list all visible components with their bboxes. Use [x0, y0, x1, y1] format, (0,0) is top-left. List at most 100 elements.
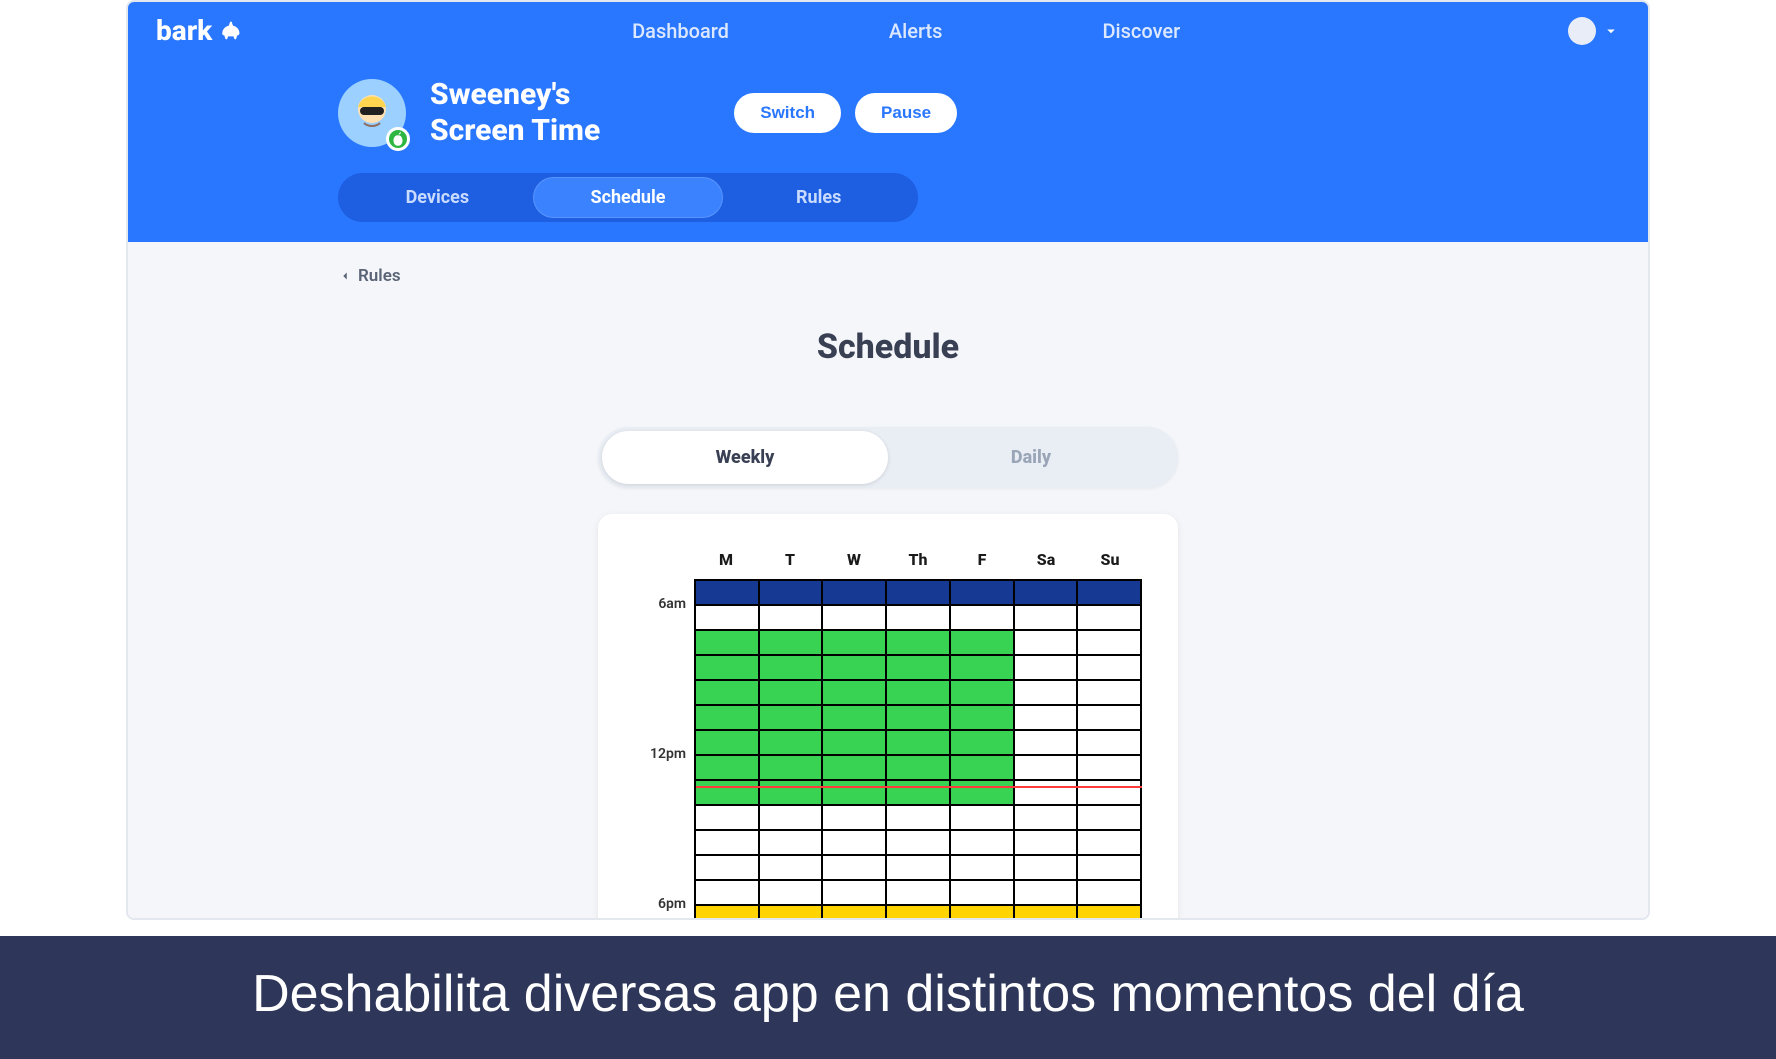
- schedule-cell[interactable]: [823, 831, 887, 856]
- schedule-cell[interactable]: [1015, 731, 1079, 756]
- schedule-cell[interactable]: [1015, 906, 1079, 920]
- schedule-cell[interactable]: [1078, 806, 1142, 831]
- schedule-cell[interactable]: [760, 806, 824, 831]
- schedule-cell[interactable]: [887, 756, 951, 781]
- schedule-cell[interactable]: [951, 631, 1015, 656]
- schedule-cell[interactable]: [951, 681, 1015, 706]
- schedule-cell[interactable]: [1078, 606, 1142, 631]
- schedule-cell[interactable]: [760, 781, 824, 806]
- schedule-cell[interactable]: [1015, 681, 1079, 706]
- schedule-cell[interactable]: [760, 831, 824, 856]
- schedule-cell[interactable]: [1078, 581, 1142, 606]
- nav-discover[interactable]: Discover: [1102, 19, 1180, 43]
- schedule-cell[interactable]: [823, 681, 887, 706]
- nav-alerts[interactable]: Alerts: [889, 19, 943, 43]
- account-menu[interactable]: [1568, 17, 1620, 45]
- schedule-cell[interactable]: [823, 881, 887, 906]
- schedule-cell[interactable]: [951, 806, 1015, 831]
- schedule-cell[interactable]: [1078, 631, 1142, 656]
- schedule-cell[interactable]: [760, 681, 824, 706]
- schedule-cell[interactable]: [1015, 656, 1079, 681]
- schedule-cell[interactable]: [823, 781, 887, 806]
- nav-dashboard[interactable]: Dashboard: [632, 19, 729, 43]
- schedule-cell[interactable]: [887, 881, 951, 906]
- schedule-cell[interactable]: [951, 656, 1015, 681]
- view-daily[interactable]: Daily: [888, 431, 1174, 484]
- schedule-cell[interactable]: [823, 631, 887, 656]
- schedule-cell[interactable]: [760, 906, 824, 920]
- schedule-cell[interactable]: [887, 831, 951, 856]
- schedule-cell[interactable]: [1015, 806, 1079, 831]
- schedule-cell[interactable]: [760, 606, 824, 631]
- schedule-cell[interactable]: [823, 756, 887, 781]
- schedule-cell[interactable]: [1015, 781, 1079, 806]
- schedule-cell[interactable]: [1078, 731, 1142, 756]
- schedule-cell[interactable]: [951, 756, 1015, 781]
- tab-rules[interactable]: Rules: [723, 177, 914, 218]
- schedule-cell[interactable]: [696, 856, 760, 881]
- schedule-cell[interactable]: [951, 731, 1015, 756]
- schedule-cell[interactable]: [696, 881, 760, 906]
- schedule-cell[interactable]: [823, 656, 887, 681]
- schedule-cell[interactable]: [887, 906, 951, 920]
- schedule-cell[interactable]: [951, 906, 1015, 920]
- schedule-cell[interactable]: [696, 731, 760, 756]
- schedule-cell[interactable]: [1078, 856, 1142, 881]
- schedule-cell[interactable]: [696, 781, 760, 806]
- schedule-cell[interactable]: [823, 856, 887, 881]
- schedule-cell[interactable]: [1015, 831, 1079, 856]
- schedule-cell[interactable]: [1078, 706, 1142, 731]
- schedule-cell[interactable]: [951, 781, 1015, 806]
- child-avatar[interactable]: [338, 79, 406, 147]
- schedule-cell[interactable]: [951, 831, 1015, 856]
- schedule-cell[interactable]: [696, 756, 760, 781]
- schedule-cell[interactable]: [823, 906, 887, 920]
- schedule-cell[interactable]: [760, 631, 824, 656]
- schedule-cell[interactable]: [1015, 581, 1079, 606]
- schedule-cell[interactable]: [1015, 856, 1079, 881]
- schedule-cell[interactable]: [760, 756, 824, 781]
- schedule-cell[interactable]: [760, 706, 824, 731]
- schedule-cell[interactable]: [1078, 781, 1142, 806]
- schedule-cell[interactable]: [1078, 756, 1142, 781]
- schedule-cell[interactable]: [1078, 656, 1142, 681]
- schedule-cell[interactable]: [696, 631, 760, 656]
- view-weekly[interactable]: Weekly: [602, 431, 888, 484]
- schedule-cell[interactable]: [696, 906, 760, 920]
- schedule-cell[interactable]: [823, 581, 887, 606]
- schedule-cell[interactable]: [1015, 881, 1079, 906]
- tab-devices[interactable]: Devices: [342, 177, 533, 218]
- schedule-cell[interactable]: [887, 631, 951, 656]
- schedule-cell[interactable]: [696, 606, 760, 631]
- pause-button[interactable]: Pause: [855, 93, 957, 133]
- schedule-cell[interactable]: [1015, 706, 1079, 731]
- schedule-cell[interactable]: [823, 806, 887, 831]
- schedule-cell[interactable]: [760, 581, 824, 606]
- schedule-cell[interactable]: [696, 806, 760, 831]
- logo[interactable]: bark: [156, 14, 244, 47]
- schedule-cell[interactable]: [887, 781, 951, 806]
- schedule-cell[interactable]: [760, 881, 824, 906]
- schedule-cell[interactable]: [887, 681, 951, 706]
- schedule-cell[interactable]: [1078, 881, 1142, 906]
- schedule-cell[interactable]: [823, 606, 887, 631]
- schedule-cell[interactable]: [887, 581, 951, 606]
- schedule-cell[interactable]: [1015, 631, 1079, 656]
- schedule-cell[interactable]: [760, 856, 824, 881]
- schedule-cell[interactable]: [1015, 606, 1079, 631]
- schedule-cell[interactable]: [696, 581, 760, 606]
- schedule-cell[interactable]: [887, 706, 951, 731]
- schedule-cell[interactable]: [696, 831, 760, 856]
- schedule-cell[interactable]: [951, 881, 1015, 906]
- schedule-cell[interactable]: [887, 656, 951, 681]
- schedule-cell[interactable]: [951, 606, 1015, 631]
- schedule-cell[interactable]: [1078, 681, 1142, 706]
- schedule-cell[interactable]: [887, 606, 951, 631]
- schedule-cell[interactable]: [887, 731, 951, 756]
- switch-button[interactable]: Switch: [734, 93, 841, 133]
- schedule-cell[interactable]: [951, 706, 1015, 731]
- schedule-cell[interactable]: [1078, 831, 1142, 856]
- tab-schedule[interactable]: Schedule: [533, 177, 724, 218]
- schedule-cell[interactable]: [696, 656, 760, 681]
- schedule-cell[interactable]: [887, 806, 951, 831]
